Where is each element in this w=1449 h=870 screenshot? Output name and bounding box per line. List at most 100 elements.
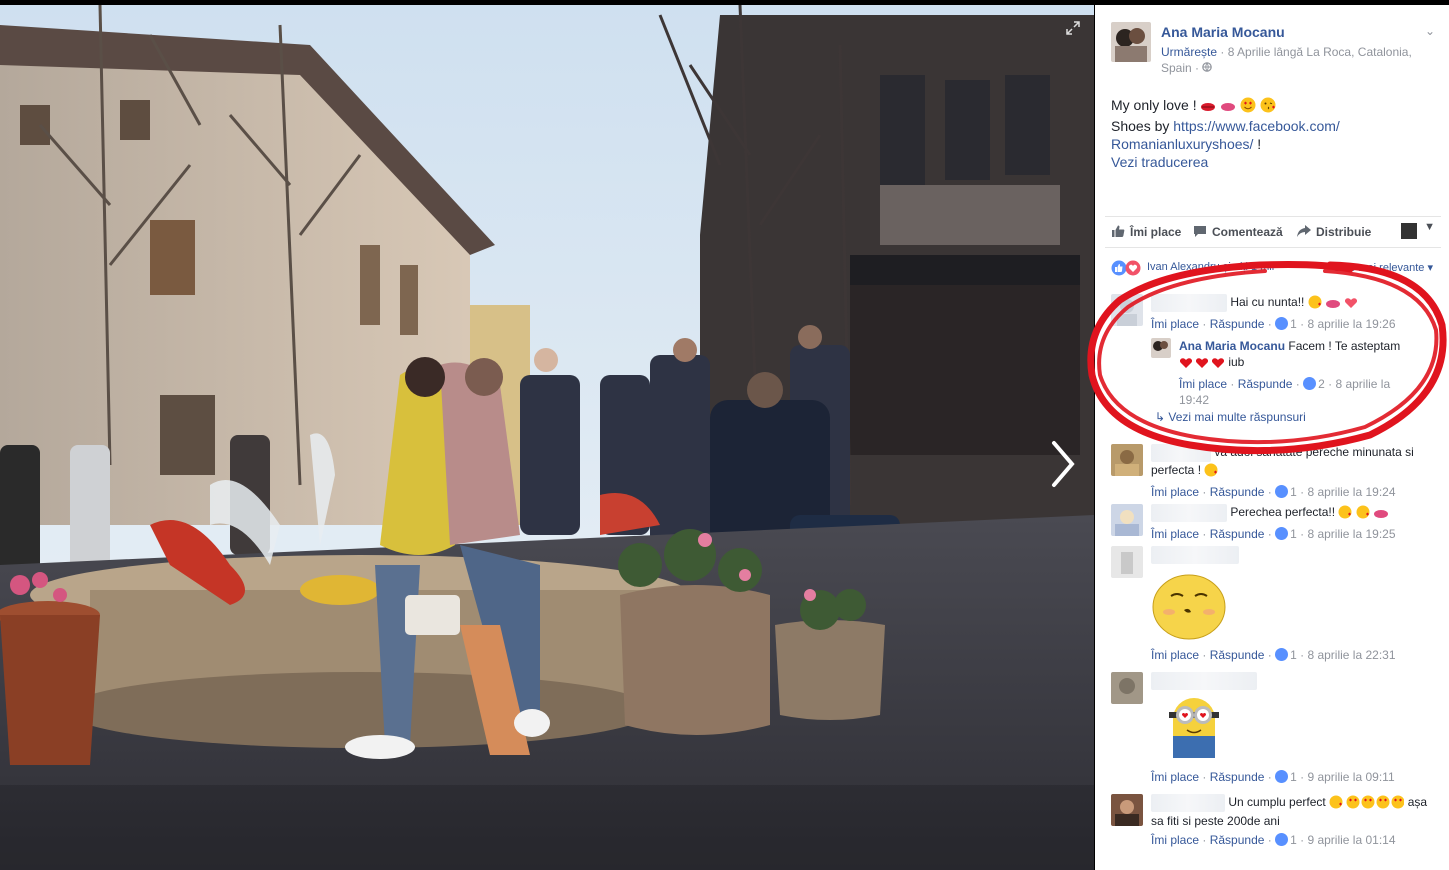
- comment-actions: Îmi place · Răspunde · 1 · 8 aprilie la …: [1151, 485, 1396, 499]
- see-translation-link[interactable]: Vezi traducerea: [1111, 154, 1208, 170]
- comment-like-link[interactable]: Îmi place: [1151, 648, 1199, 662]
- share-button[interactable]: Distribuie: [1297, 225, 1371, 239]
- comment-time[interactable]: 8 aprilie la 19:25: [1307, 527, 1395, 541]
- comment-like-count[interactable]: 1: [1290, 770, 1297, 784]
- share-as-avatar[interactable]: [1401, 223, 1417, 239]
- avatar[interactable]: [1111, 672, 1143, 704]
- comment-like-count[interactable]: 1: [1290, 833, 1297, 847]
- comment-like-link[interactable]: Îmi place: [1179, 377, 1227, 391]
- comment-like-link[interactable]: Îmi place: [1151, 833, 1199, 847]
- comment-time[interactable]: 8 aprilie la 22:31: [1307, 648, 1395, 662]
- avatar[interactable]: [1111, 294, 1143, 326]
- avatar[interactable]: [1111, 546, 1143, 578]
- follow-button[interactable]: Urmărește: [1161, 45, 1217, 59]
- comment-reply-link[interactable]: Răspunde: [1210, 770, 1265, 784]
- sort-label: Cele mai relevante: [1332, 262, 1425, 274]
- comment-body: va adoi sanatate pereche minunata si per…: [1151, 444, 1441, 500]
- shoes-link-part2[interactable]: Romanianluxuryshoes/: [1111, 136, 1253, 152]
- like-icon: [1111, 225, 1125, 237]
- comment-like-count[interactable]: 2: [1318, 377, 1325, 391]
- comment-like-count[interactable]: 1: [1290, 485, 1297, 499]
- comment-like-link[interactable]: Îmi place: [1151, 770, 1199, 784]
- sticker-minion-icon: [1159, 692, 1441, 766]
- avatar[interactable]: [1111, 504, 1143, 536]
- comment-reply-link[interactable]: Răspunde: [1210, 833, 1265, 847]
- avatar[interactable]: [1151, 338, 1171, 358]
- red-heart-emoji-icon: [1179, 355, 1225, 373]
- comment-time[interactable]: 8 aprilie la: [1335, 377, 1390, 391]
- comment-time[interactable]: 8 aprilie la 19:26: [1307, 317, 1395, 331]
- sort-comments-dropdown[interactable]: Cele mai relevante ▾: [1333, 261, 1433, 274]
- comment-body: Un cumplu perfect așa sa fiti si peste 2…: [1151, 794, 1441, 848]
- comment-like-count[interactable]: 1: [1290, 527, 1297, 541]
- post-text-line2: Shoes by: [1111, 118, 1174, 134]
- share-icon: [1297, 225, 1311, 237]
- avatar[interactable]: [1111, 22, 1151, 62]
- comment-like-count[interactable]: 1: [1290, 648, 1297, 662]
- post-actions-bar: Îmi place Comentează Distribuie ▼: [1105, 216, 1441, 248]
- comment-like-link[interactable]: Îmi place: [1151, 527, 1199, 541]
- comment-reply-link[interactable]: Răspunde: [1210, 648, 1265, 662]
- comment-text-end: așa: [1407, 795, 1428, 810]
- kiss-mark-emoji-icon: [1220, 99, 1236, 117]
- lips-emoji-icon: [1200, 99, 1216, 117]
- comment-actions: Îmi place · Răspunde · 1 · 8 aprilie la …: [1151, 527, 1396, 542]
- post-side-panel: Ana Maria Mocanu Urmărește · 8 Aprilie l…: [1095, 0, 1449, 870]
- comment-reply-link[interactable]: Răspunde: [1210, 485, 1265, 499]
- comment-time[interactable]: 9 aprilie la 01:14: [1307, 833, 1395, 847]
- top-bar: [1095, 0, 1449, 5]
- expand-icon[interactable]: [1066, 21, 1082, 37]
- like-label: Îmi place: [1130, 225, 1182, 239]
- avatar[interactable]: [1111, 794, 1143, 826]
- comment-reply-link[interactable]: Răspunde: [1210, 527, 1265, 541]
- reactions-text[interactable]: Ivan Alexandru și alți 1 mii: [1147, 261, 1274, 273]
- author-name[interactable]: Ana Maria Mocanu: [1161, 24, 1285, 40]
- comment-reply-link[interactable]: Răspunde: [1238, 377, 1293, 391]
- kiss-mark-emoji-icon: [1325, 297, 1341, 313]
- kiss-face-emoji-icon: [1260, 97, 1276, 117]
- like-icon: [1303, 377, 1317, 390]
- comment-button[interactable]: Comentează: [1193, 225, 1283, 239]
- comment-text: Un cumplu perfect: [1228, 795, 1330, 810]
- like-icon: [1275, 485, 1289, 498]
- comment-body: Îmi place · Răspunde · 1 · 9 aprilie la …: [1151, 672, 1441, 785]
- comment-time[interactable]: 9 aprilie la 09:11: [1307, 770, 1394, 784]
- photo-viewer: Ana Maria Mocanu Urmărește · 8 Aprilie l…: [0, 0, 1449, 870]
- next-arrow-icon[interactable]: [1046, 437, 1080, 491]
- comment-time[interactable]: 8 aprilie la 19:24: [1307, 485, 1395, 499]
- like-icon: [1275, 770, 1289, 783]
- comment-like-link[interactable]: Îmi place: [1151, 485, 1199, 499]
- comment-text: Perechea perfecta!!: [1230, 505, 1336, 520]
- comment-actions: Îmi place · Răspunde · 1 · 8 aprilie la …: [1151, 648, 1396, 662]
- comment-actions: Îmi place · Răspunde · 1 · 8 aprilie la …: [1151, 317, 1396, 332]
- comment-text-2: iub: [1228, 355, 1245, 369]
- post-text-line1: My only love !: [1111, 97, 1201, 113]
- reactions-summary[interactable]: Ivan Alexandru și alți 1 mii Cele mai re…: [1111, 258, 1441, 278]
- photo-image: [0, 5, 1094, 870]
- comment-like-link[interactable]: Îmi place: [1151, 317, 1199, 331]
- blurred-commenter-name: [1151, 546, 1239, 564]
- comment-actions: Îmi place · Răspunde · 2 · 8 aprilie la 1…: [1179, 377, 1391, 407]
- kiss-face-emoji-icon: [1338, 505, 1352, 523]
- comment-body: Hai cu nunta!! Îmi place · Răspunde · 1 …: [1151, 294, 1441, 332]
- blurred-commenter-name: [1151, 504, 1227, 522]
- blurred-commenter-name: [1151, 672, 1257, 690]
- comment-reply-link[interactable]: Răspunde: [1210, 317, 1265, 331]
- comment-time-2[interactable]: 19:42: [1179, 393, 1209, 407]
- comment-like-count[interactable]: 1: [1290, 317, 1297, 331]
- comment-icon: [1193, 225, 1207, 237]
- like-button[interactable]: Îmi place: [1111, 225, 1181, 239]
- chevron-down-icon[interactable]: ▼: [1424, 221, 1435, 233]
- more-replies-link[interactable]: ↳ Vezi mai multe răspunsuri: [1155, 410, 1306, 424]
- avatar[interactable]: [1111, 444, 1143, 476]
- more-replies-label: Vezi mai multe răspunsuri: [1168, 410, 1306, 424]
- comment-body: Ana Maria Mocanu Facem ! Te asteptam iub…: [1179, 338, 1419, 408]
- sticker-kiss-icon: [1151, 570, 1441, 644]
- post-photo[interactable]: [0, 5, 1094, 870]
- post-text-suffix: !: [1253, 136, 1262, 152]
- shoes-link-part1[interactable]: https://www.facebook.com/: [1173, 118, 1340, 134]
- like-icon: [1275, 648, 1289, 661]
- comment-actions: Îmi place · Răspunde · 1 · 9 aprilie la …: [1151, 833, 1396, 848]
- reply-author[interactable]: Ana Maria Mocanu: [1179, 339, 1285, 353]
- chevron-down-icon[interactable]: ⌄: [1425, 24, 1435, 38]
